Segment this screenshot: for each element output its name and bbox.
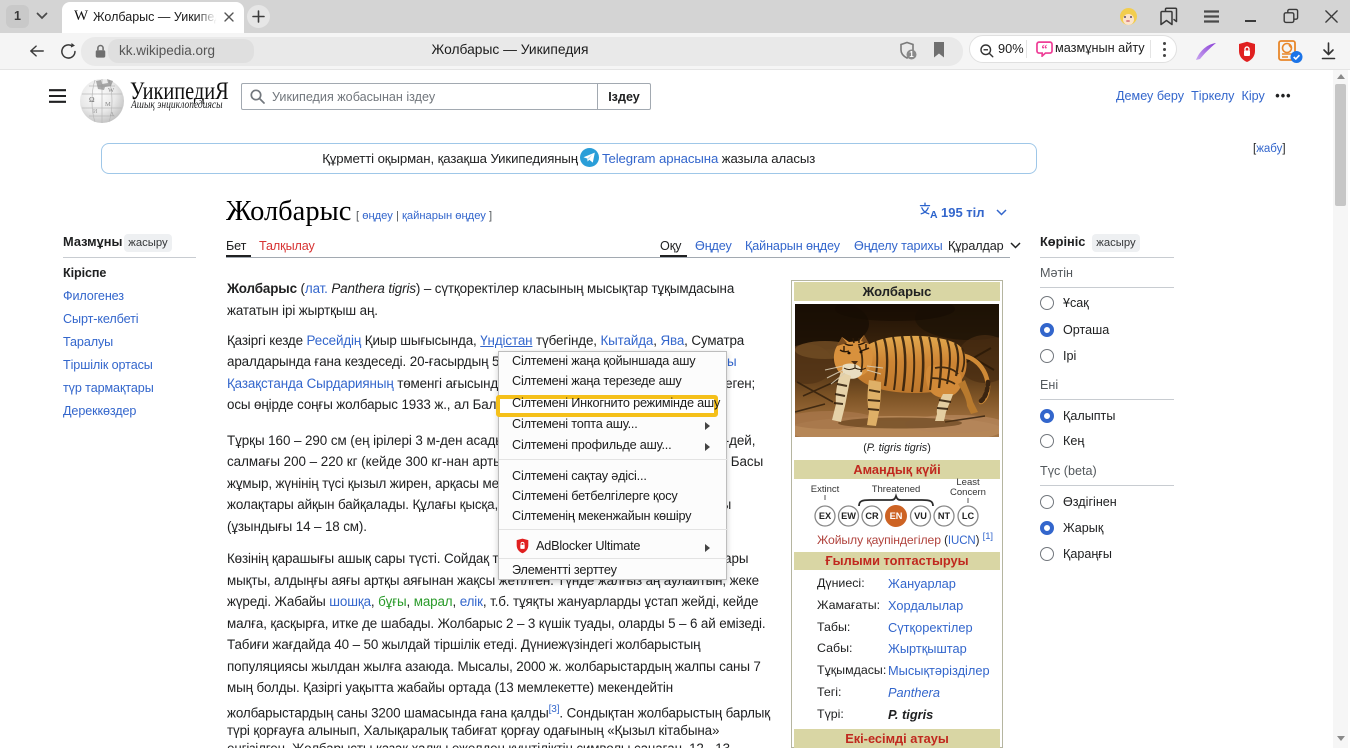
svg-text:Ω: Ω [89,95,95,104]
svg-text:Concern: Concern [950,487,986,498]
svg-text:VU: VU [914,511,927,521]
svg-text:A: A [930,209,938,219]
svg-text:NT: NT [938,511,951,521]
svg-text:Δ: Δ [110,112,114,118]
svg-text:И: И [93,109,98,115]
svg-text:LC: LC [962,511,975,521]
svg-text:CR: CR [865,511,879,521]
svg-text:1: 1 [909,50,914,59]
svg-text:W: W [108,87,115,94]
svg-text:“: “ [1041,42,1047,56]
svg-text:M: M [105,101,111,108]
svg-text:Extinct: Extinct [811,484,840,495]
svg-text:EX: EX [819,511,832,521]
svg-text:EN: EN [890,511,903,521]
svg-text:EW: EW [841,511,856,521]
